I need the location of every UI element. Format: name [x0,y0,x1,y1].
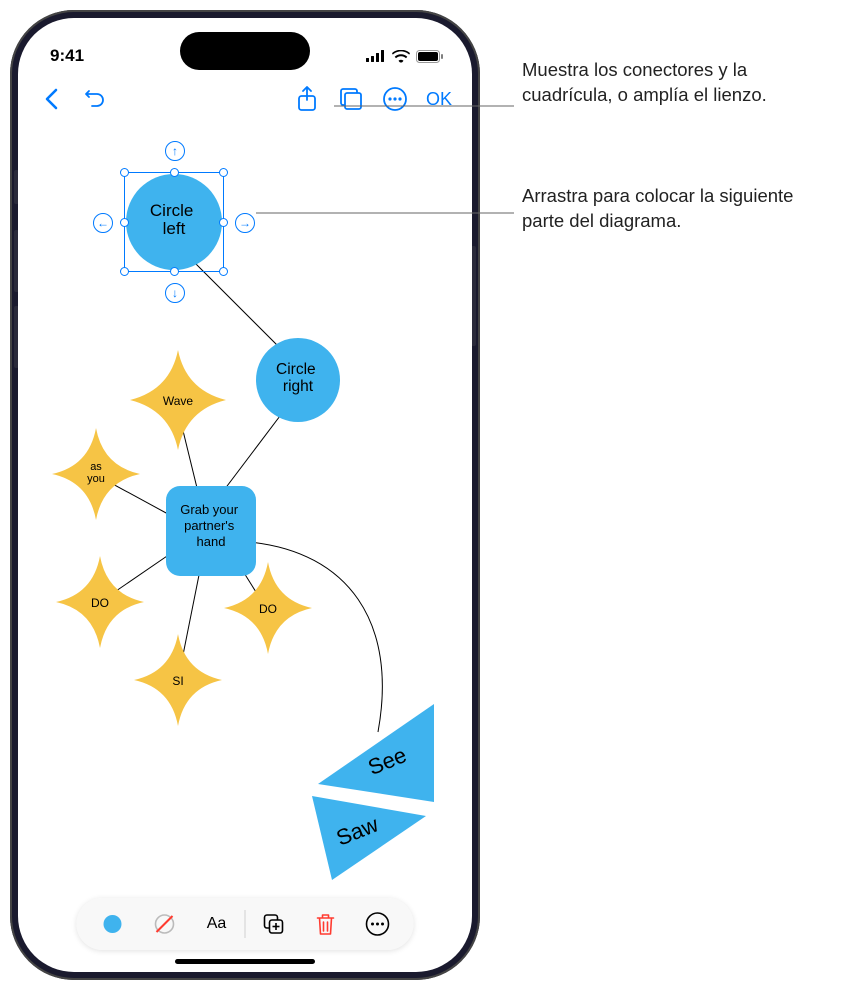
shape-star-wave[interactable]: Wave [130,350,226,450]
svg-text:DO: DO [259,602,277,616]
top-toolbar: OK [18,76,472,122]
back-button[interactable] [32,80,70,118]
share-button[interactable] [288,80,326,118]
battery-icon [416,50,444,63]
wifi-icon [392,50,410,63]
delete-button[interactable] [302,904,350,944]
svg-text:SI: SI [172,674,183,688]
shape-triangle-saw[interactable]: Saw [312,796,426,880]
callout-drag-handle: Arrastra para colocar la siguiente parte… [522,184,822,234]
home-indicator[interactable] [175,959,315,964]
drag-handle-left[interactable]: ← [93,213,113,233]
duplicate-button[interactable] [250,904,298,944]
canvas-options-button[interactable] [332,80,370,118]
status-time: 9:41 [50,46,84,66]
fill-color-button[interactable] [89,904,137,944]
shape-toolbar: Aa [77,898,414,950]
status-icons [366,50,444,63]
text-style-button[interactable]: Aa [193,904,241,944]
drag-handle-right[interactable]: → [235,213,255,233]
svg-text:DO: DO [91,596,109,610]
diagram-canvas[interactable]: Circle left Circle right Wave asyou [18,122,472,892]
drag-handle-down[interactable]: ↓ [165,283,185,303]
drag-handle-up[interactable]: ↑ [165,141,185,161]
shape-star-asyou[interactable]: asyou [52,428,140,520]
dynamic-island [180,32,310,70]
undo-button[interactable] [76,80,114,118]
shape-star-si[interactable]: SI [134,634,222,726]
shape-star-do1[interactable]: DO [56,556,144,648]
more-button[interactable] [376,80,414,118]
svg-text:Wave: Wave [163,394,194,408]
callout-canvas-options: Muestra los conectores y la cuadrícula, … [522,58,822,108]
done-button[interactable]: OK [420,89,458,110]
shape-triangle-see[interactable]: See [318,704,434,802]
no-stroke-button[interactable] [141,904,189,944]
shape-more-button[interactable] [354,904,402,944]
selection-box[interactable]: ↑ ↓ ← → [124,172,224,272]
